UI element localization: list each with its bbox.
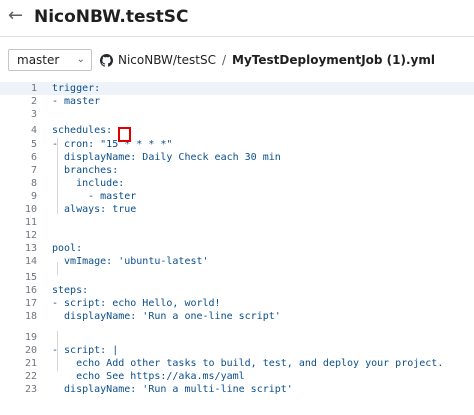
line-number: 20 bbox=[24, 345, 37, 356]
code-line: 1 trigger: bbox=[0, 82, 474, 95]
line-number: 17 bbox=[24, 298, 37, 309]
code-text: - master bbox=[52, 191, 137, 202]
page-title: NicoNBW.testSC bbox=[34, 7, 189, 27]
code-line: 7 branches: bbox=[0, 164, 474, 177]
code-line: 5 - cron: "15 * * * *" bbox=[0, 138, 474, 151]
branch-dropdown[interactable]: master ⌄ bbox=[8, 49, 92, 71]
code-text: - master bbox=[52, 96, 101, 107]
breadcrumb-separator: / bbox=[221, 53, 227, 67]
code-line: 8 include: bbox=[0, 177, 474, 190]
line-number: 12 bbox=[24, 230, 37, 241]
code-text: vmImage: 'ubuntu-latest' bbox=[52, 256, 209, 267]
code-text: - script: echo Hello, world! bbox=[52, 298, 221, 309]
code-line: 6 displayName: Daily Check each 30 min bbox=[0, 151, 474, 164]
line-number: 23 bbox=[24, 384, 37, 395]
code-line: 14 vmImage: 'ubuntu-latest' bbox=[0, 255, 474, 268]
code-text: displayName: Daily Check each 30 min bbox=[52, 152, 281, 163]
code-line: 9 - master bbox=[0, 190, 474, 203]
file-name: MyTestDeploymentJob (1).yml bbox=[232, 53, 435, 67]
code-text: echo Add other tasks to build, test, and… bbox=[52, 358, 444, 369]
line-number: 11 bbox=[24, 217, 37, 228]
code-text: - script: | bbox=[52, 345, 119, 356]
code-text: always: true bbox=[52, 204, 137, 215]
code-line: 18 displayName: 'Run a one-line script' bbox=[0, 310, 474, 323]
cron-minute-highlight bbox=[118, 127, 131, 142]
code-line: 19 bbox=[0, 331, 474, 344]
line-number: 19 bbox=[24, 332, 37, 343]
code-text: steps: bbox=[52, 285, 89, 296]
code-line: 2 - master bbox=[0, 95, 474, 108]
line-number: 10 bbox=[24, 204, 37, 215]
line-number: 6 bbox=[30, 152, 37, 163]
code-line: 20 - script: | bbox=[0, 344, 474, 357]
code-text: pool: bbox=[52, 243, 83, 254]
chevron-down-icon: ⌄ bbox=[76, 54, 85, 65]
line-number: 21 bbox=[24, 358, 37, 369]
code-text: echo See https://aka.ms/yaml bbox=[52, 371, 245, 382]
arrow-left-icon[interactable]: ← bbox=[8, 6, 23, 26]
line-number: 3 bbox=[30, 109, 37, 120]
code-line: 11 bbox=[0, 216, 474, 229]
line-number: 16 bbox=[24, 285, 37, 296]
breadcrumb: NicoNBW/testSC / MyTestDeploymentJob (1)… bbox=[100, 50, 435, 70]
code-line: 15 bbox=[0, 271, 474, 284]
code-text: branches: bbox=[52, 165, 119, 176]
line-number: 9 bbox=[30, 191, 37, 202]
line-number: 13 bbox=[24, 243, 37, 254]
code-line: 10 always: true bbox=[0, 203, 474, 216]
code-line: 12 bbox=[0, 229, 474, 242]
line-number: 8 bbox=[30, 178, 37, 189]
branch-label: master bbox=[17, 53, 60, 67]
header-divider bbox=[0, 36, 474, 37]
code-line: 13 pool: bbox=[0, 242, 474, 255]
code-text: displayName: 'Run a one-line script' bbox=[52, 311, 281, 322]
code-line: 16 steps: bbox=[0, 284, 474, 297]
code-line: 3 bbox=[0, 108, 474, 121]
line-number: 14 bbox=[24, 256, 37, 267]
code-line: 4 schedules: bbox=[0, 124, 474, 137]
code-line: 22 echo See https://aka.ms/yaml bbox=[0, 370, 474, 383]
code-line: 23 displayName: 'Run a multi-line script… bbox=[0, 383, 474, 396]
code-text: - cron: "15 * * * *" bbox=[52, 139, 173, 150]
code-line: 21 echo Add other tasks to build, test, … bbox=[0, 357, 474, 370]
line-number: 15 bbox=[24, 272, 37, 283]
header: ← NicoNBW.testSC bbox=[0, 0, 474, 40]
line-number: 5 bbox=[30, 139, 37, 150]
code-text: displayName: 'Run a multi-line script' bbox=[52, 384, 293, 395]
code-line: 17 - script: echo Hello, world! bbox=[0, 297, 474, 310]
code-text: schedules: bbox=[52, 125, 113, 136]
line-number: 7 bbox=[30, 165, 37, 176]
line-number: 4 bbox=[30, 125, 37, 136]
code-text: trigger: bbox=[52, 83, 101, 94]
line-number: 1 bbox=[30, 83, 37, 94]
line-number: 22 bbox=[24, 371, 37, 382]
repo-link[interactable]: NicoNBW/testSC bbox=[118, 53, 216, 67]
line-number: 18 bbox=[24, 311, 37, 322]
github-icon bbox=[100, 53, 113, 67]
code-text: include: bbox=[52, 178, 125, 189]
line-number: 2 bbox=[30, 96, 37, 107]
